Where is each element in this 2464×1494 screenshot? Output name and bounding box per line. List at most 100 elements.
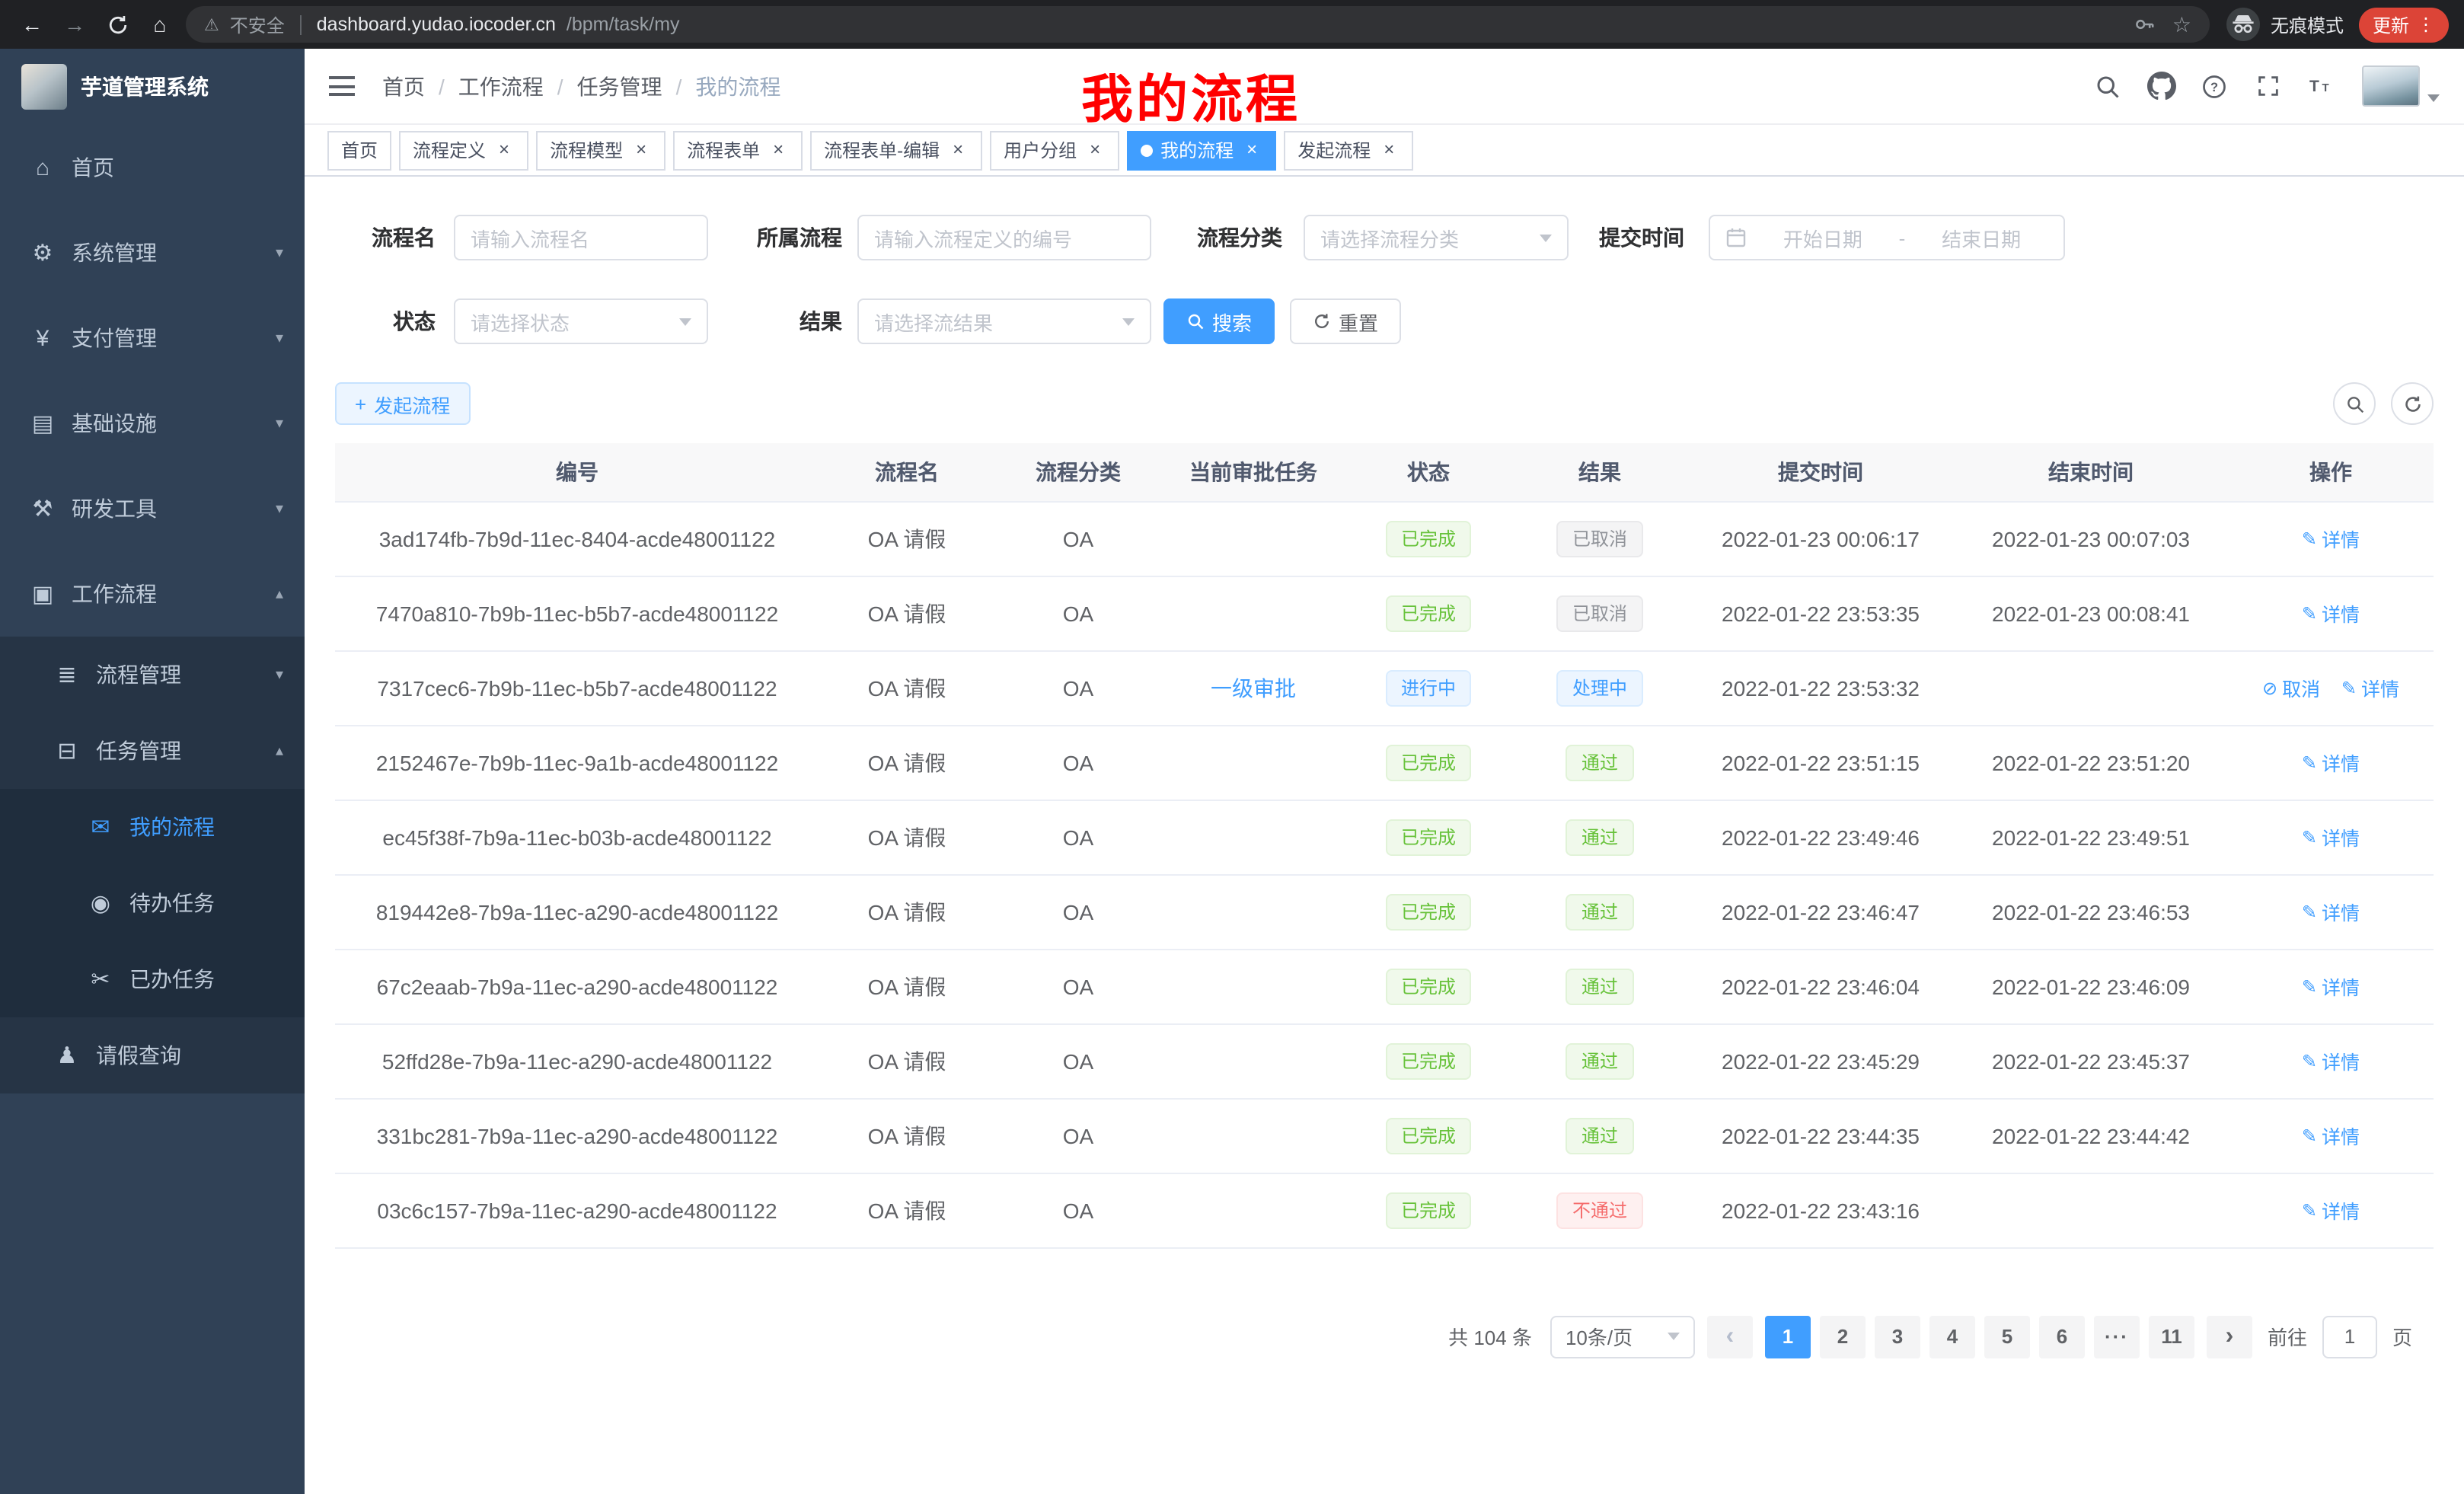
sidebar-item-workflow[interactable]: ▣ 工作流程 ▴ (0, 551, 305, 637)
sidebar-item-label: 流程管理 (96, 659, 276, 690)
help-icon[interactable]: ? (2199, 71, 2229, 101)
current-task-link[interactable]: 一级审批 (1211, 675, 1296, 700)
key-icon[interactable] (2128, 8, 2162, 41)
fullscreen-icon[interactable] (2252, 71, 2283, 101)
sidebar-item-todo-tasks[interactable]: ◉ 待办任务 (0, 865, 305, 941)
page-5-button[interactable]: 5 (1984, 1315, 2030, 1358)
sidebar-item-infrastructure[interactable]: ▤ 基础设施 ▾ (0, 381, 305, 466)
sidebar-item-label: 首页 (72, 152, 283, 183)
detail-link[interactable]: 详情 (2302, 1196, 2360, 1224)
bookmark-star-icon[interactable]: ☆ (2172, 11, 2191, 37)
detail-link[interactable]: 详情 (2302, 822, 2360, 851)
initiate-process-button[interactable]: 发起流程 (335, 382, 470, 425)
status-tag: 已完成 (1386, 595, 1471, 631)
prev-page-button[interactable] (1707, 1315, 1753, 1358)
sidebar-item-system-management[interactable]: ⚙ 系统管理 ▾ (0, 210, 305, 295)
search-icon[interactable] (2092, 71, 2123, 101)
process-name-input[interactable]: 请输入流程名 (454, 215, 708, 260)
reset-button[interactable]: 重置 (1290, 298, 1401, 344)
detail-link[interactable]: 详情 (2302, 1121, 2360, 1150)
tab-process-form[interactable]: 流程表单 (673, 130, 803, 170)
back-button[interactable]: ← (15, 8, 49, 41)
column-header: 操作 (2228, 443, 2434, 501)
reload-icon (106, 13, 129, 36)
sidebar-item-devtools[interactable]: ⚒ 研发工具 ▾ (0, 466, 305, 551)
forward-button[interactable]: → (58, 8, 91, 41)
close-icon[interactable] (1378, 139, 1400, 161)
github-icon[interactable] (2146, 71, 2176, 101)
tab-process-model[interactable]: 流程模型 (536, 130, 665, 170)
app-title: 芋道管理系统 (81, 72, 209, 102)
detail-link[interactable]: 详情 (2302, 897, 2360, 926)
devtools-icon: ⚒ (27, 495, 58, 522)
tab-process-form-edit[interactable]: 流程表单-编辑 (810, 130, 982, 170)
user-menu[interactable] (2362, 65, 2440, 107)
close-icon[interactable] (947, 139, 969, 161)
detail-link[interactable]: 详情 (2341, 673, 2399, 702)
cell-current-task (1162, 874, 1345, 949)
search-button[interactable]: 搜索 (1163, 298, 1275, 344)
detail-link[interactable]: 详情 (2302, 599, 2360, 627)
sidebar-item-process-management[interactable]: ≣ 流程管理 ▾ (0, 637, 305, 713)
browser-update-button[interactable]: 更新 ⋮ (2359, 7, 2449, 42)
process-definition-input[interactable]: 请输入流程定义的编号 (857, 215, 1151, 260)
detail-link[interactable]: 详情 (2302, 1046, 2360, 1075)
tab-user-group[interactable]: 用户分组 (990, 130, 1119, 170)
submit-time-range-picker[interactable]: 开始日期 - 结束日期 (1709, 215, 2065, 260)
home-button[interactable]: ⌂ (143, 8, 177, 41)
tab-home[interactable]: 首页 (327, 130, 391, 170)
page-3-button[interactable]: 3 (1875, 1315, 1920, 1358)
refresh-table-button[interactable] (2391, 382, 2434, 425)
next-page-button[interactable] (2207, 1315, 2252, 1358)
page-2-button[interactable]: 2 (1820, 1315, 1866, 1358)
reload-button[interactable] (101, 8, 134, 41)
sidebar-item-done-tasks[interactable]: ✂ 已办任务 (0, 941, 305, 1017)
cancel-link[interactable]: 取消 (2262, 673, 2320, 702)
detail-link[interactable]: 详情 (2302, 972, 2360, 1001)
tab-initiate-process[interactable]: 发起流程 (1284, 130, 1413, 170)
close-icon[interactable] (1241, 139, 1262, 161)
cell-current-task (1162, 1023, 1345, 1098)
sidebar-item-payment-management[interactable]: ¥ 支付管理 ▾ (0, 295, 305, 381)
incognito-badge: 无痕模式 (2225, 6, 2344, 43)
close-icon[interactable] (1084, 139, 1106, 161)
page-size-select[interactable]: 10条/页 (1550, 1315, 1695, 1358)
address-bar[interactable]: ⚠ 不安全 dashboard.yudao.iocoder.cn /bpm/ta… (186, 6, 2210, 43)
more-pages-button[interactable]: ··· (2094, 1315, 2140, 1358)
detail-link[interactable]: 详情 (2302, 748, 2360, 777)
sidebar-toggle-icon[interactable] (329, 76, 355, 96)
sidebar-item-task-management[interactable]: ⊟ 任务管理 ▴ (0, 713, 305, 789)
process-category-select[interactable]: 请选择流程分类 (1304, 215, 1569, 260)
sidebar-item-label: 支付管理 (72, 323, 276, 353)
page-jump-input[interactable]: 1 (2322, 1315, 2377, 1358)
breadcrumb-item[interactable]: 我的流程 (695, 71, 780, 101)
sidebar-item-my-process[interactable]: ✉ 我的流程 (0, 789, 305, 865)
breadcrumb-item[interactable]: 工作流程 (458, 71, 544, 101)
tab-process-definition[interactable]: 流程定义 (399, 130, 528, 170)
result-select[interactable]: 请选择流结果 (857, 298, 1151, 344)
close-icon[interactable] (768, 139, 789, 161)
status-select[interactable]: 请选择状态 (454, 298, 708, 344)
page-6-button[interactable]: 6 (2039, 1315, 2085, 1358)
todo-task-icon: ◉ (85, 889, 116, 917)
page-4-button[interactable]: 4 (1929, 1315, 1975, 1358)
close-icon[interactable] (630, 139, 652, 161)
cell-end-time: 2022-01-22 23:46:53 (1954, 874, 2228, 949)
detail-link[interactable]: 详情 (2302, 524, 2360, 553)
breadcrumb-separator: / (557, 74, 563, 98)
show-search-button[interactable] (2333, 382, 2376, 425)
sidebar-item-leave-query[interactable]: ♟ 请假查询 (0, 1017, 305, 1093)
page-1-button[interactable]: 1 (1765, 1315, 1811, 1358)
cell-actions: 详情 (2228, 874, 2434, 949)
cell-id: 7470a810-7b9b-11ec-b5b7-acde48001122 (335, 576, 819, 650)
font-size-icon[interactable]: TT (2306, 71, 2336, 101)
result-tag: 通过 (1566, 1042, 1633, 1079)
sidebar-item-label: 系统管理 (72, 238, 276, 268)
sidebar-item-home[interactable]: ⌂ 首页 (0, 125, 305, 210)
close-icon[interactable] (493, 139, 515, 161)
breadcrumb-item[interactable]: 首页 (382, 71, 425, 101)
sidebar-item-label: 请假查询 (96, 1040, 283, 1071)
page-11-button[interactable]: 11 (2149, 1315, 2194, 1358)
tab-my-process[interactable]: 我的流程 (1127, 130, 1276, 170)
breadcrumb-item[interactable]: 任务管理 (577, 71, 662, 101)
